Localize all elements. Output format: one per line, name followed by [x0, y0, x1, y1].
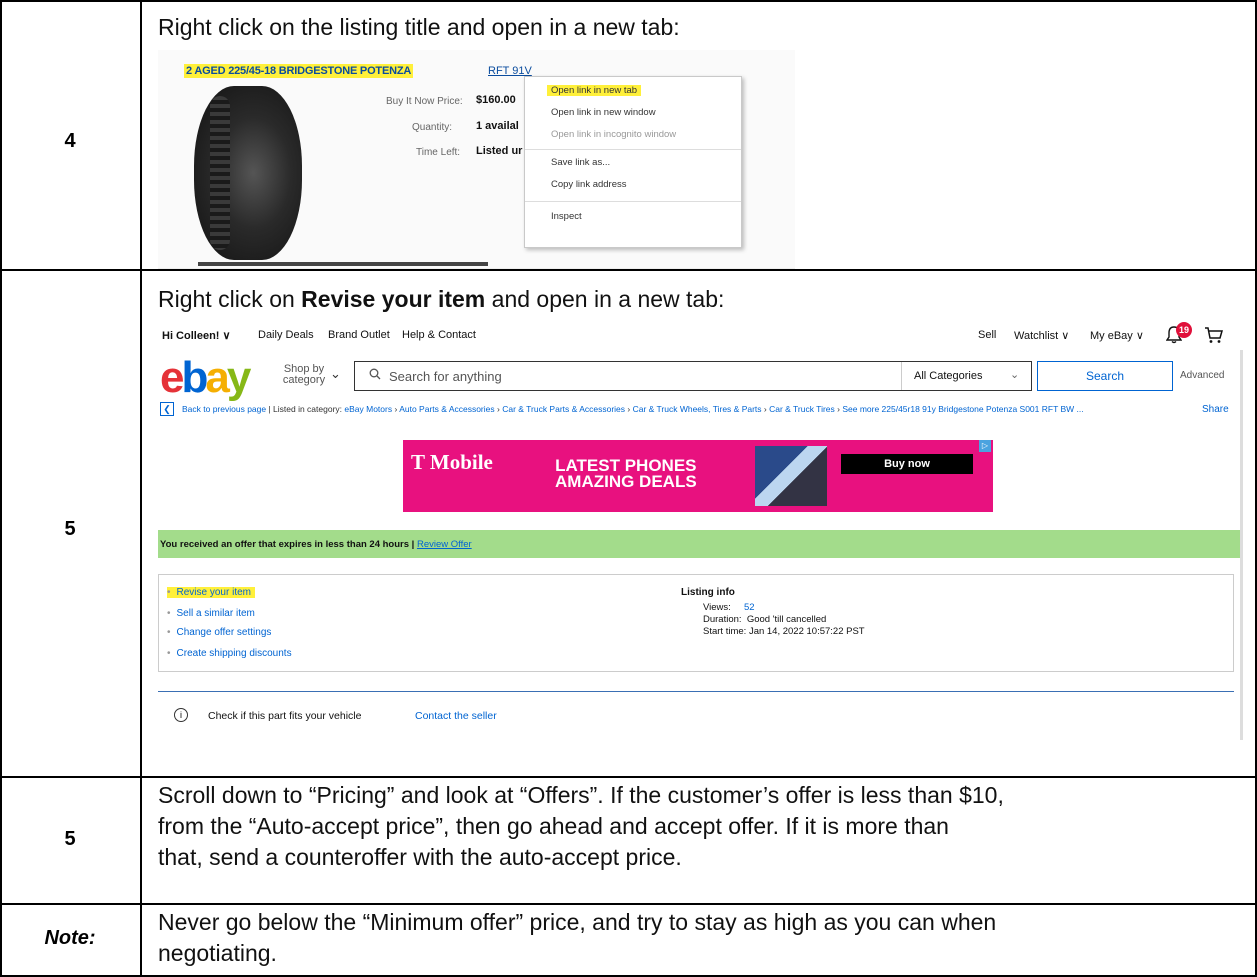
ad-choices-icon[interactable]: ▷ [979, 440, 991, 452]
time-left-value: Listed ur [476, 145, 523, 157]
listing-screenshot: 2 AGED 225/45-18 BRIDGESTONE POTENZA RFT… [158, 50, 795, 269]
listing-info-duration: Duration: Good 'till cancelled [703, 614, 827, 625]
buy-now-button[interactable]: Buy now [841, 454, 973, 474]
back-link[interactable]: Back to previous page [182, 404, 266, 414]
watchlist-link[interactable]: Watchlist ∨ [1014, 329, 1069, 342]
breadcrumb-item[interactable]: See more 225/45r18 91y Bridgestone Poten… [842, 404, 1083, 414]
ebay-logo[interactable]: ebay [160, 356, 251, 400]
listing-info-title: Listing info [681, 587, 735, 598]
ebay-top-bar: Hi Colleen! ∨ Daily Deals Brand Outlet H… [158, 320, 1243, 348]
menu-separator [525, 149, 741, 150]
scrollbar[interactable] [1240, 350, 1243, 740]
ad-message: LATEST PHONES AMAZING DEALS [555, 456, 697, 491]
chevron-down-icon[interactable]: ⌄ [330, 366, 341, 382]
help-contact-link[interactable]: Help & Contact [402, 329, 476, 341]
row-divider [0, 269, 1257, 271]
column-divider [140, 0, 142, 977]
fits-vehicle-bar: i Check if this part fits your vehicle C… [158, 691, 1234, 743]
menu-inspect[interactable]: Inspect [551, 211, 582, 222]
chevron-down-icon: ⌄ [1010, 369, 1020, 381]
step-number: 5 [64, 518, 76, 540]
greeting[interactable]: Hi Colleen! ∨ [162, 329, 231, 342]
cart-icon[interactable] [1204, 326, 1224, 347]
search-icon [369, 368, 381, 383]
context-menu: Open link in new tab Open link in new wi… [524, 76, 742, 248]
step-number: 4 [64, 130, 76, 152]
phones-image [755, 446, 827, 506]
menu-open-new-tab[interactable]: Open link in new tab [547, 85, 642, 96]
category-select[interactable]: All Categories ⌄ [901, 362, 1032, 390]
breadcrumb-item[interactable]: eBay Motors [344, 404, 392, 414]
breadcrumb-item[interactable]: Car & Truck Wheels, Tires & Parts [633, 404, 762, 414]
buy-it-now-price: $160.00 [476, 94, 516, 106]
step-instruction: Scroll down to “Pricing” and look at “Of… [158, 782, 1004, 870]
shipping-discounts-link[interactable]: Create shipping discounts [167, 648, 292, 659]
sell-similar-link[interactable]: Sell a similar item [167, 608, 255, 619]
row-divider [0, 776, 1257, 778]
offer-banner: You received an offer that expires in le… [158, 530, 1243, 558]
table-border-top [0, 0, 1257, 2]
fits-vehicle-text: Check if this part fits your vehicle [208, 710, 362, 722]
breadcrumb-item[interactable]: Car & Truck Tires [769, 404, 835, 414]
breadcrumb: ❮ Back to previous page | Listed in cate… [158, 402, 1243, 418]
bell-icon[interactable]: 19 [1166, 322, 1192, 344]
note-label: Note: [44, 927, 96, 949]
daily-deals-link[interactable]: Daily Deals [258, 329, 314, 341]
search-bar[interactable]: Search for anything All Categories ⌄ [354, 361, 1032, 391]
info-icon: i [174, 708, 188, 722]
change-offer-settings-link[interactable]: Change offer settings [167, 627, 272, 638]
ebay-screenshot: Hi Colleen! ∨ Daily Deals Brand Outlet H… [158, 320, 1243, 743]
breadcrumb-item[interactable]: Car & Truck Parts & Accessories [502, 404, 625, 414]
review-offer-link[interactable]: Review Offer [417, 539, 472, 550]
sell-link[interactable]: Sell [978, 329, 996, 341]
menu-separator [525, 201, 741, 202]
shop-by-category[interactable]: Shop by category [282, 364, 326, 386]
notification-badge: 19 [1176, 322, 1192, 338]
my-ebay-link[interactable]: My eBay ∨ [1090, 329, 1144, 342]
listing-info-start: Start time: Jan 14, 2022 10:57:22 PST [703, 626, 865, 637]
search-input[interactable]: Search for anything [389, 369, 502, 384]
brand-outlet-link[interactable]: Brand Outlet [328, 329, 390, 341]
image-shadow [198, 262, 488, 266]
menu-copy-link[interactable]: Copy link address [551, 179, 627, 190]
note-text: Never go below the “Minimum offer” price… [158, 909, 997, 966]
time-left-label: Time Left: [416, 147, 461, 158]
buy-it-now-label: Buy It Now Price: [386, 96, 463, 107]
search-button[interactable]: Search [1037, 361, 1173, 391]
breadcrumb-item[interactable]: Auto Parts & Accessories [399, 404, 494, 414]
share-link[interactable]: Share [1202, 404, 1229, 415]
contact-seller-link[interactable]: Contact the seller [415, 710, 497, 722]
back-arrow-icon[interactable]: ❮ [160, 402, 174, 416]
quantity-label: Quantity: [412, 122, 453, 133]
tmobile-logo: T Mobile [411, 450, 493, 474]
tmobile-ad-banner[interactable]: T Mobile LATEST PHONES AMAZING DEALS Buy … [403, 440, 993, 512]
row-divider [0, 903, 1257, 905]
listing-info-views: Views: 52 [703, 602, 755, 613]
menu-open-new-window[interactable]: Open link in new window [551, 107, 656, 118]
menu-save-link[interactable]: Save link as... [551, 157, 610, 168]
revise-item-link[interactable]: Revise your item [167, 587, 255, 598]
tire-image [194, 86, 302, 260]
advanced-link[interactable]: Advanced [1180, 370, 1224, 381]
step-instruction: Right click on Revise your item and open… [158, 286, 725, 312]
revise-item-bold: Revise your item [301, 286, 486, 312]
quantity-value: 1 availal [476, 120, 519, 132]
step-instruction: Right click on the listing title and ope… [158, 14, 680, 40]
menu-open-incognito[interactable]: Open link in incognito window [551, 129, 676, 140]
step-number: 5 [64, 828, 76, 850]
seller-actions-panel: Revise your item Sell a similar item Cha… [158, 574, 1234, 672]
instruction-table: 4 Right click on the listing title and o… [0, 0, 1257, 977]
listing-title-highlighted[interactable]: 2 AGED 225/45-18 BRIDGESTONE POTENZA [184, 64, 414, 78]
